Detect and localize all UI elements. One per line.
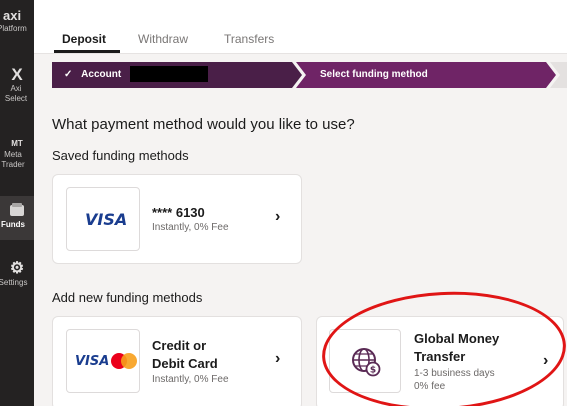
- nav-label-metatrader: Meta Trader: [1, 150, 25, 169]
- global-money-transfer-option[interactable]: $ Global Money Transfer 1-3 business day…: [316, 316, 564, 406]
- page-question: What payment method would you like to us…: [52, 116, 355, 133]
- card-number: **** 6130: [152, 205, 205, 220]
- chevron-right-icon: ›: [543, 352, 549, 369]
- saved-visa-card[interactable]: VISA **** 6130 Instantly, 0% Fee ›: [52, 174, 302, 264]
- credit-title-line1: Credit or: [152, 338, 207, 353]
- card-logos-box: VISA: [66, 329, 140, 393]
- visa-logo: VISA: [75, 354, 110, 369]
- nav-item-funds[interactable]: Funds: [0, 196, 34, 240]
- credit-detail: Instantly, 0% Fee: [152, 374, 229, 385]
- nav-item-settings[interactable]: ⚙ Settings: [0, 260, 34, 288]
- tab-withdraw[interactable]: Withdraw: [138, 32, 188, 46]
- step-account-label: Account: [81, 69, 122, 80]
- step-select-funding-method: Select funding method: [296, 62, 556, 88]
- nav-item-metatrader[interactable]: MT Meta Trader: [0, 138, 34, 170]
- redacted-account-info: [129, 66, 208, 83]
- svg-text:$: $: [370, 366, 376, 376]
- visa-logo: VISA: [85, 210, 128, 229]
- chevron-right-icon: ›: [275, 350, 281, 367]
- nav-item-axi-select[interactable]: X Axi Select: [0, 66, 34, 104]
- transfer-title-line2: Transfer: [414, 349, 466, 364]
- gear-icon: ⚙: [9, 260, 25, 277]
- card-detail: Instantly, 0% Fee: [152, 222, 229, 233]
- tab-transfers[interactable]: Transfers: [224, 32, 274, 46]
- nav-label-settings: Settings: [0, 278, 28, 287]
- transfer-title-line1: Global Money: [414, 331, 500, 346]
- nav-label-platform: Platform: [0, 24, 27, 33]
- step-account[interactable]: ✓ Account: [52, 62, 302, 88]
- nav-item-platform[interactable]: axi Platform: [0, 8, 34, 34]
- axi-logo-icon: axi: [3, 8, 22, 23]
- tab-deposit[interactable]: Deposit: [62, 32, 106, 46]
- nav-label-axi-select: Axi Select: [4, 84, 28, 103]
- metatrader-icon: MT: [11, 139, 23, 148]
- transfer-detail-days: 1-3 business days: [414, 368, 495, 379]
- credit-debit-card-option[interactable]: VISA Credit or Debit Card Instantly, 0% …: [52, 316, 302, 406]
- nav-label-funds: Funds: [1, 220, 25, 229]
- progress-stepper: ✓ Account Select funding method: [52, 62, 567, 88]
- wallet-icon: [10, 203, 24, 216]
- axi-select-icon: X: [11, 65, 23, 84]
- step-current-label: Select funding method: [320, 69, 428, 80]
- mastercard-logo: [111, 351, 141, 371]
- saved-methods-title: Saved funding methods: [52, 148, 189, 163]
- globe-money-icon: $: [352, 348, 381, 377]
- active-tab-indicator: [54, 50, 120, 53]
- visa-logo-box: VISA: [66, 187, 140, 251]
- chevron-right-icon: ›: [275, 208, 281, 225]
- main-panel: Deposit Withdraw Transfers ✓ Account Sel…: [34, 0, 567, 406]
- tab-bar: Deposit Withdraw Transfers: [34, 14, 567, 54]
- top-strip: [34, 0, 567, 14]
- new-methods-title: Add new funding methods: [52, 290, 203, 305]
- left-nav-rail: axi Platform X Axi Select MT Meta Trader…: [0, 0, 34, 406]
- transfer-icon-box: $: [329, 329, 401, 393]
- credit-title-line2: Debit Card: [152, 356, 218, 371]
- check-icon: ✓: [64, 69, 73, 80]
- transfer-detail-fee: 0% fee: [414, 381, 446, 392]
